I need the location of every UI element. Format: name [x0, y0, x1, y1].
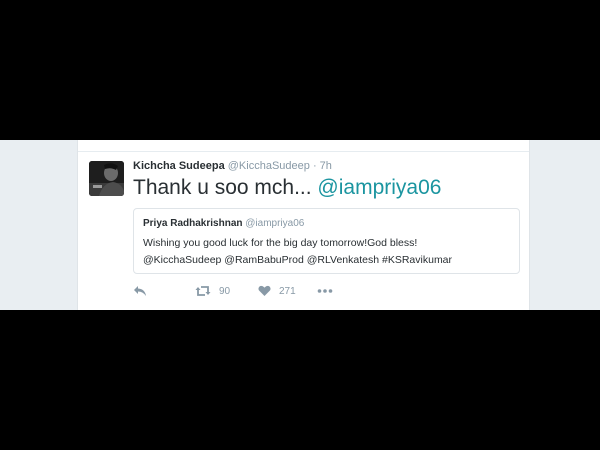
author-name[interactable]: Kichcha Sudeepa: [133, 160, 225, 172]
like-button[interactable]: 271: [258, 283, 296, 299]
quoted-tweet[interactable]: Priya Radhakrishnan @iampriya06 Wishing …: [133, 208, 520, 274]
tweet-time[interactable]: 7h: [320, 160, 332, 172]
quoted-author-name: Priya Radhakrishnan: [143, 218, 243, 229]
author-handle[interactable]: @KicchaSudeep: [228, 160, 310, 172]
heart-icon: [258, 285, 271, 296]
tweet-header: Kichcha Sudeepa @KicchaSudeep · 7h: [133, 159, 332, 173]
retweet-icon: [195, 286, 211, 296]
quoted-tweet-header: Priya Radhakrishnan @iampriya06: [143, 217, 304, 230]
quoted-text-line: @KicchaSudeep @RamBabuProd @RLVenkatesh …: [143, 254, 453, 266]
separator: ·: [312, 160, 317, 172]
tweet-band: Kichcha Sudeepa @KicchaSudeep · 7h Thank…: [0, 140, 600, 310]
tweet-text-body: Thank u soo mch...: [133, 176, 318, 199]
like-count: 271: [279, 285, 296, 297]
avatar[interactable]: [89, 161, 124, 196]
more-icon: [317, 289, 333, 293]
tweet-card: Kichcha Sudeepa @KicchaSudeep · 7h Thank…: [77, 140, 530, 310]
retweet-button[interactable]: 90: [195, 283, 230, 299]
mention-link[interactable]: @iampriya06: [317, 176, 441, 199]
divider: [78, 151, 529, 152]
avatar-image: [89, 161, 124, 196]
retweet-count: 90: [219, 285, 231, 297]
quoted-text-line: Wishing you good luck for the big day to…: [143, 237, 418, 249]
quoted-author-handle: @iampriya06: [245, 218, 305, 229]
reply-button[interactable]: [133, 283, 147, 299]
reply-icon: [134, 286, 146, 296]
more-button[interactable]: [317, 283, 333, 299]
quoted-tweet-text: Wishing you good luck for the big day to…: [143, 235, 513, 269]
tweet-text: Thank u soo mch... @iampriya06: [133, 175, 441, 201]
